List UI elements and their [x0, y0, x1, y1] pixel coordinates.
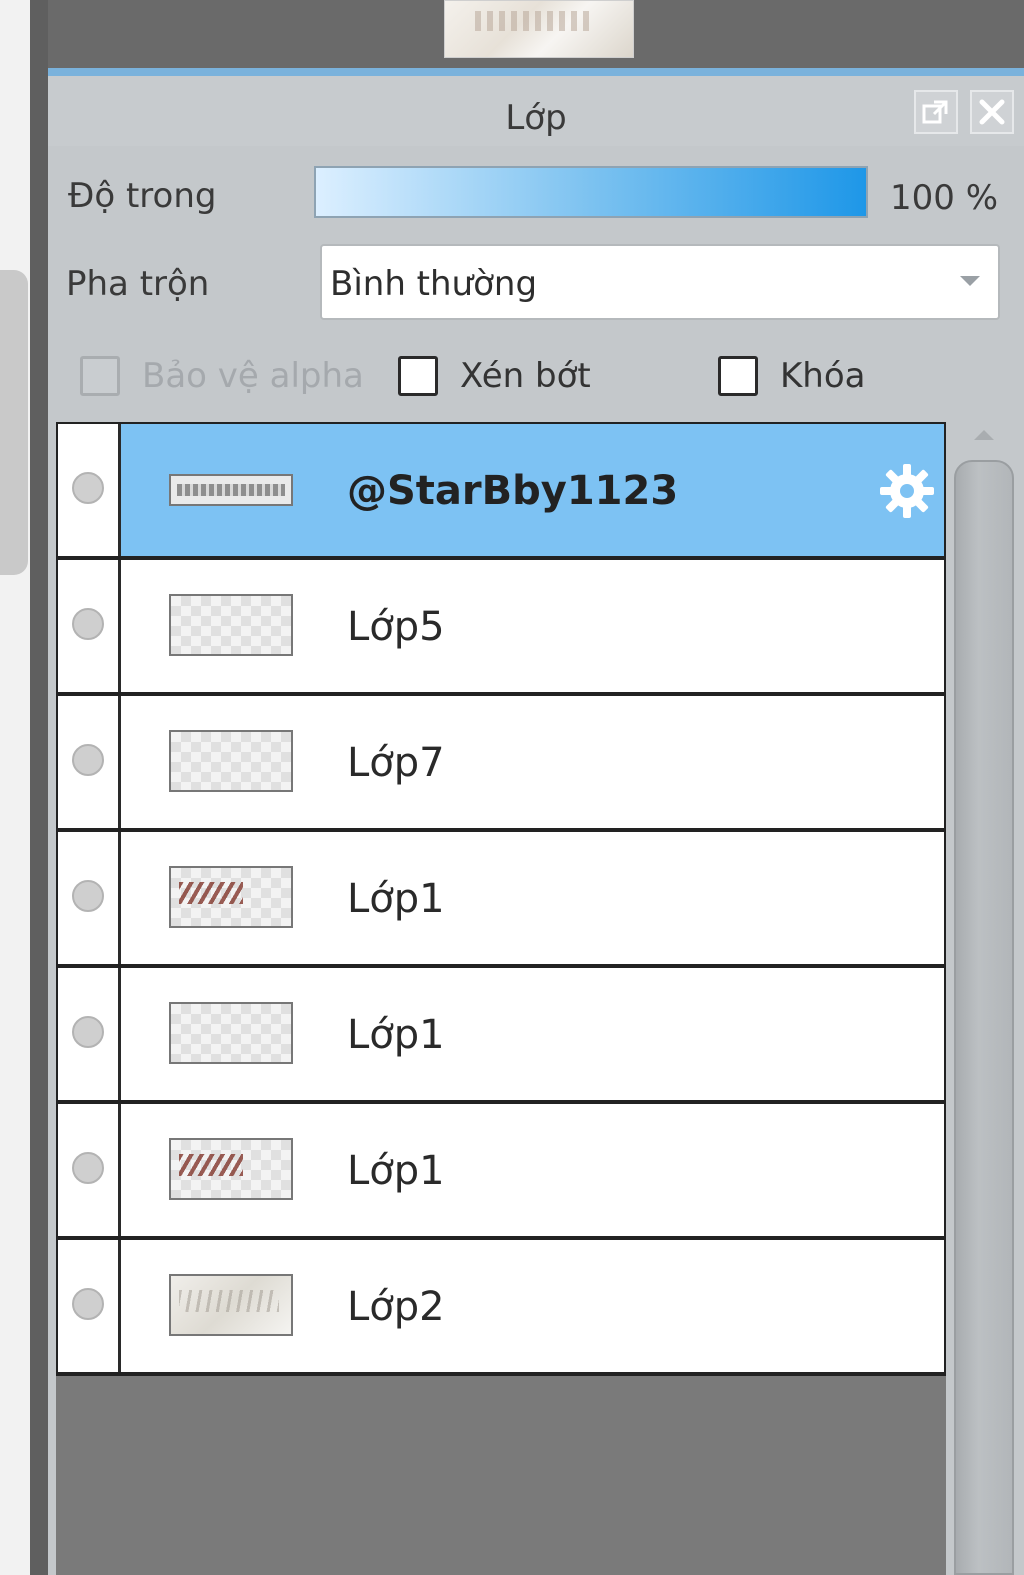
panel-title: Lớp: [505, 98, 567, 138]
close-button[interactable]: [970, 90, 1014, 134]
layer-name: Lớp1: [347, 1148, 445, 1194]
layer-row[interactable]: Lớp5: [58, 560, 944, 692]
protect-alpha-checkbox[interactable]: Bảo vệ alpha: [80, 354, 370, 400]
blend-mode-select[interactable]: Bình thường: [320, 244, 1000, 320]
layer-name: Lớp1: [347, 1012, 445, 1058]
gear-icon[interactable]: [876, 460, 938, 522]
chevron-down-icon: [960, 276, 980, 286]
scrollbar-thumb[interactable]: [954, 460, 1014, 1575]
lock-checkbox[interactable]: Khóa: [718, 354, 878, 400]
layer-thumbnail: [169, 1002, 293, 1064]
popout-button[interactable]: [914, 90, 958, 134]
blend-mode-label: Pha trộn: [66, 264, 210, 304]
layer-list: @StarBby1123 Lớp5 Lớp7 Lớp1 Lớp1 Lớp1 Lớ…: [56, 422, 946, 1376]
layer-name: Lớp5: [347, 604, 445, 650]
visibility-dot-icon: [72, 880, 104, 912]
protect-alpha-label: Bảo vệ alpha: [142, 356, 364, 396]
clip-box: [398, 356, 438, 396]
clip-checkbox[interactable]: Xén bớt: [398, 354, 608, 400]
left-edge: [30, 0, 48, 1575]
layer-row[interactable]: Lớp1: [58, 968, 944, 1100]
visibility-toggle[interactable]: [58, 424, 121, 556]
visibility-toggle[interactable]: [58, 968, 121, 1100]
visibility-dot-icon: [72, 472, 104, 504]
visibility-dot-icon: [72, 744, 104, 776]
clip-label: Xén bớt: [460, 356, 591, 396]
visibility-toggle[interactable]: [58, 560, 121, 692]
visibility-dot-icon: [72, 1152, 104, 1184]
layer-row[interactable]: Lớp2: [58, 1240, 944, 1372]
layer-row[interactable]: Lớp1: [58, 1104, 944, 1236]
layer-thumbnail: [169, 866, 293, 928]
visibility-toggle[interactable]: [58, 832, 121, 964]
layer-row[interactable]: @StarBby1123: [58, 424, 944, 556]
layer-thumbnail: [169, 1274, 293, 1336]
opacity-slider[interactable]: [314, 166, 868, 218]
visibility-dot-icon: [72, 1288, 104, 1320]
layer-name: @StarBby1123: [347, 468, 679, 514]
panel-accent-line: [48, 68, 1024, 76]
layer-name: Lớp2: [347, 1284, 445, 1330]
blend-mode-value: Bình thường: [330, 264, 538, 304]
layer-list-empty-area: [56, 1376, 946, 1575]
layer-name: Lớp7: [347, 740, 445, 786]
scroll-up-arrow-icon[interactable]: [974, 430, 994, 440]
visibility-toggle[interactable]: [58, 1104, 121, 1236]
canvas-area: [48, 0, 1024, 70]
close-icon: [979, 99, 1005, 125]
panel-title-bar: Lớp: [48, 76, 1024, 146]
popout-icon: [922, 100, 948, 124]
visibility-dot-icon: [72, 608, 104, 640]
layer-name: Lớp1: [347, 876, 445, 922]
layer-row[interactable]: Lớp7: [58, 696, 944, 828]
visibility-toggle[interactable]: [58, 696, 121, 828]
visibility-dot-icon: [72, 1016, 104, 1048]
visibility-toggle[interactable]: [58, 1240, 121, 1372]
layer-thumbnail: [169, 474, 293, 506]
canvas-preview-thumbnail: [444, 0, 634, 58]
layer-thumbnail: [169, 730, 293, 792]
opacity-value: 100 %: [890, 178, 999, 218]
left-strip: [0, 0, 30, 1575]
layer-thumbnail: [169, 1138, 293, 1200]
side-panel-tab[interactable]: [0, 270, 28, 575]
opacity-label: Độ trong: [68, 176, 217, 216]
layer-panel: Lớp Độ trong 100 % Pha trộn Bình thường …: [48, 68, 1024, 1575]
protect-alpha-box: [80, 356, 120, 396]
lock-label: Khóa: [780, 356, 866, 396]
layer-thumbnail: [169, 594, 293, 656]
layer-row[interactable]: Lớp1: [58, 832, 944, 964]
lock-box: [718, 356, 758, 396]
